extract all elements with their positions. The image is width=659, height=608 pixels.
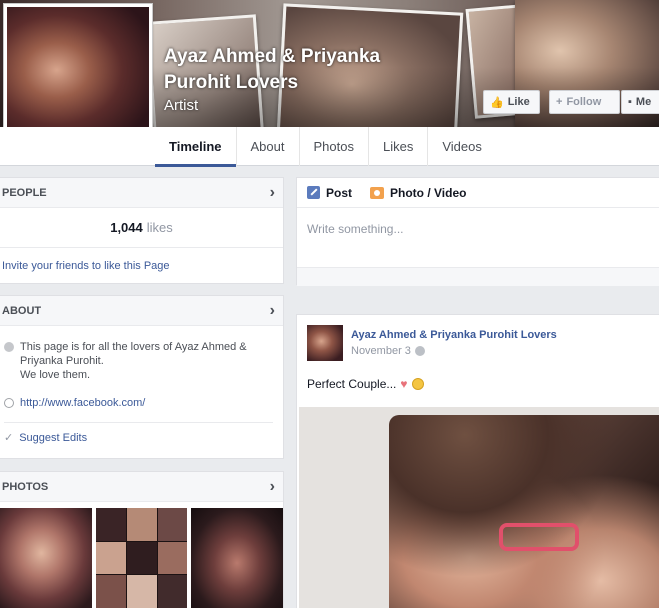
about-title: ABOUT [2, 304, 42, 317]
photos-header[interactable]: PHOTOS › [0, 472, 283, 502]
post-photo [389, 415, 659, 608]
composer-input[interactable]: Write something... [297, 208, 659, 268]
message-button-label: Me [635, 96, 652, 108]
composer-tab-post-label: Post [326, 185, 353, 200]
post-author[interactable]: Ayaz Ahmed & Priyanka Purohit Lovers [351, 329, 557, 341]
page-category[interactable]: Artist [164, 97, 198, 114]
about-description-text: This page is for all the lovers of Ayaz … [20, 341, 247, 381]
composer-footer [297, 268, 659, 286]
chevron-right-icon[interactable]: › [270, 478, 275, 495]
likes-label: likes [146, 220, 173, 235]
about-box: ABOUT › This page is for all the lovers … [0, 295, 284, 459]
page-nav-bar: Timeline About Photos Likes Videos [0, 127, 659, 167]
message-button[interactable]: ▪ Me [621, 90, 659, 114]
globe-icon [4, 398, 14, 408]
invite-friends-link[interactable]: Invite your friends to like this Page [0, 248, 283, 284]
about-description: This page is for all the lovers of Ayaz … [0, 326, 283, 382]
composer-tab-post[interactable]: Post [307, 186, 352, 200]
about-website-link[interactable]: http://www.facebook.com/ [20, 396, 145, 410]
chevron-right-icon[interactable]: › [270, 302, 275, 319]
post-composer: Post Photo / Video Write something... [296, 177, 659, 286]
profile-picture-image [7, 7, 149, 147]
post-text: Perfect Couple... ♥ [307, 377, 424, 391]
like-button[interactable]: 👍 Like [483, 90, 540, 114]
like-button-label: Like [507, 96, 530, 108]
page-tabs: Timeline About Photos Likes Videos [155, 127, 496, 167]
tab-timeline[interactable]: Timeline [155, 127, 237, 167]
message-icon: ▪ [628, 96, 632, 108]
heart-icon: ♥ [400, 377, 408, 391]
photos-title: PHOTOS [2, 480, 49, 493]
timeline-post: Ayaz Ahmed & Priyanka Purohit Lovers Nov… [296, 314, 659, 608]
suggest-edits-link[interactable]: ✓ Suggest Edits [0, 423, 283, 452]
likes-count: 1,044 [110, 220, 143, 235]
composer-tabs: Post Photo / Video [297, 178, 659, 208]
photo-thumbnail[interactable] [95, 508, 188, 608]
glasses-detail [499, 523, 579, 551]
page-title[interactable]: Ayaz Ahmed & Priyanka Purohit Lovers [164, 44, 434, 96]
pencil-icon [307, 186, 320, 199]
thumbs-up-icon: 👍 [490, 96, 504, 109]
people-box: PEOPLE › 1,044 likes Invite your friends… [0, 177, 284, 284]
suggest-edits-label: Suggest Edits [19, 431, 88, 444]
photos-grid [0, 502, 284, 608]
info-icon [4, 342, 14, 352]
post-text-content: Perfect Couple... [307, 377, 397, 391]
follow-button[interactable]: + Follow [549, 90, 620, 114]
tab-photos[interactable]: Photos [300, 127, 369, 166]
camera-icon [370, 186, 385, 199]
post-date[interactable]: November 3 [351, 345, 411, 357]
checkmark-icon: ✓ [4, 432, 14, 444]
globe-icon [414, 346, 425, 356]
people-title: PEOPLE [2, 186, 47, 199]
photo-thumbnail[interactable] [191, 508, 284, 608]
about-website[interactable]: http://www.facebook.com/ [0, 382, 283, 410]
post-image[interactable] [299, 407, 659, 608]
avatar[interactable] [307, 325, 343, 361]
post-meta: November 3 [351, 345, 425, 357]
about-header[interactable]: ABOUT › [0, 296, 283, 326]
people-header[interactable]: PEOPLE › [0, 178, 283, 208]
plus-icon: + [556, 96, 563, 108]
chevron-right-icon[interactable]: › [270, 184, 275, 201]
follow-button-label: Follow [566, 96, 602, 108]
tab-videos[interactable]: Videos [428, 127, 496, 166]
tab-about[interactable]: About [237, 127, 300, 166]
composer-tab-photo-video[interactable]: Photo / Video [370, 186, 466, 200]
photos-box: PHOTOS › [0, 471, 284, 608]
likes-count-row: 1,044 likes [0, 208, 283, 248]
smile-icon [411, 378, 424, 390]
tab-likes[interactable]: Likes [369, 127, 429, 166]
photo-thumbnail[interactable] [0, 508, 92, 608]
composer-tab-photo-label: Photo / Video [390, 185, 467, 200]
